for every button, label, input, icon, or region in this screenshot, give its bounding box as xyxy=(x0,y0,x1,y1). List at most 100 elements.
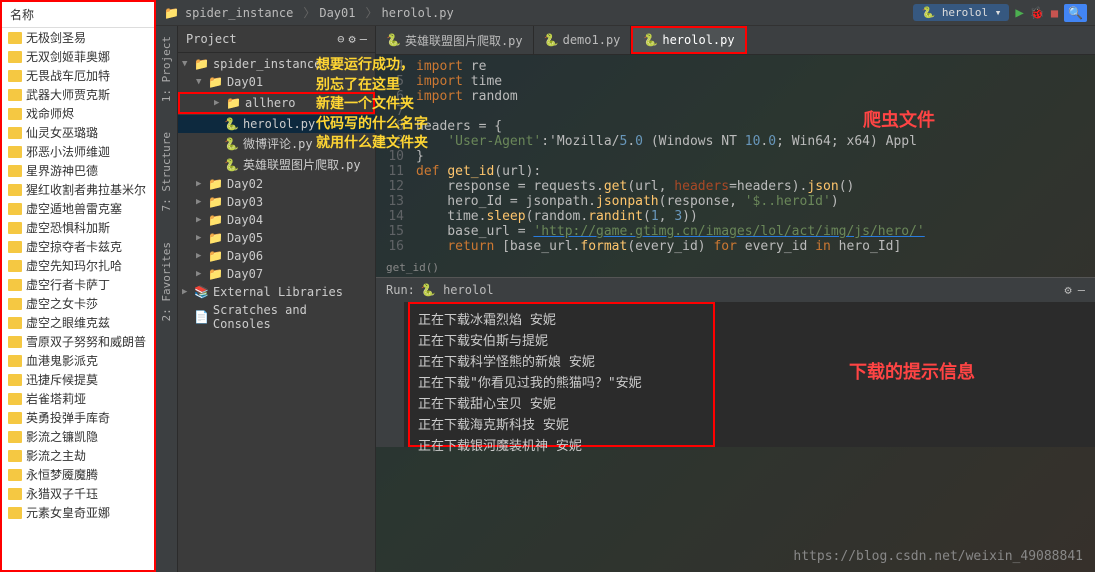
code-line[interactable] xyxy=(416,104,1095,119)
code-line[interactable]: hero_Id = jsonpath.jsonpath(response, '$… xyxy=(416,194,1095,209)
folder-icon xyxy=(8,260,22,272)
tree-item-folder[interactable]: ▶📁 Day02 xyxy=(178,175,375,193)
code-line[interactable]: response = requests.get(url, headers=hea… xyxy=(416,179,1095,194)
favorites-tool-tab[interactable]: 2: Favorites xyxy=(160,242,173,321)
project-title: Project xyxy=(186,32,237,46)
gear-icon[interactable]: ⚙ xyxy=(1065,283,1072,297)
explorer-folder-item[interactable]: 元素女皇奇亚娜 xyxy=(2,503,154,522)
tree-item-lib[interactable]: ▶📚 External Libraries xyxy=(178,283,375,301)
search-icon[interactable]: 🔍 xyxy=(1064,4,1087,22)
left-tool-tabs: 1: Project 7: Structure 2: Favorites xyxy=(156,26,178,572)
folder-icon xyxy=(8,450,22,462)
tree-item-py[interactable]: 🐍 herolol.py xyxy=(178,115,375,133)
folder-icon xyxy=(8,146,22,158)
breadcrumb-item[interactable]: herolol.py xyxy=(381,6,453,20)
explorer-folder-item[interactable]: 影流之主劫 xyxy=(2,446,154,465)
tree-item-folder[interactable]: ▶📁 Day06 xyxy=(178,247,375,265)
hide-icon[interactable]: — xyxy=(1078,283,1085,297)
editor-tab[interactable]: 🐍英雄联盟图片爬取.py xyxy=(376,26,534,54)
code-line[interactable]: import random xyxy=(416,89,1095,104)
explorer-folder-item[interactable]: 雪原双子努努和威朗普 xyxy=(2,332,154,351)
folder-icon xyxy=(8,165,22,177)
explorer-folder-item[interactable]: 迅捷斥候提莫 xyxy=(2,370,154,389)
explorer-folder-item[interactable]: 无极剑圣易 xyxy=(2,28,154,47)
project-tree[interactable]: ▼📁 spider_instance▼📁 Day01 ▶📁 allhero 🐍 he… xyxy=(178,53,375,572)
code-line[interactable]: time.sleep(random.randint(1, 3)) xyxy=(416,209,1095,224)
explorer-folder-item[interactable]: 虚空遁地兽雷克塞 xyxy=(2,199,154,218)
output-line: 正在下载安伯斯与提妮 xyxy=(418,329,705,350)
line-number: 5 xyxy=(376,74,416,89)
code-line[interactable]: import time xyxy=(416,74,1095,89)
explorer-folder-item[interactable]: 猩红收割者弗拉基米尔 xyxy=(2,180,154,199)
python-file-icon: 🐍 xyxy=(643,33,658,47)
tree-item-py[interactable]: 🐍 微博评论.py xyxy=(178,133,375,154)
structure-tool-tab[interactable]: 7: Structure xyxy=(160,132,173,211)
explorer-folder-item[interactable]: 血港鬼影派克 xyxy=(2,351,154,370)
hide-icon[interactable]: — xyxy=(360,32,367,46)
tree-arrow-icon: ▶ xyxy=(196,197,204,207)
run-gutter[interactable] xyxy=(376,302,404,447)
folder-icon xyxy=(8,108,22,120)
code-line[interactable]: base_url = 'http://game.gtimg.cn/images/… xyxy=(416,224,1095,239)
explorer-folder-item[interactable]: 英勇投弹手库奇 xyxy=(2,408,154,427)
editor-breadcrumb[interactable]: get_id() xyxy=(376,258,1095,277)
explorer-folder-item[interactable]: 无畏战车厄加特 xyxy=(2,66,154,85)
tree-item-folder[interactable]: ▶📁 Day04 xyxy=(178,211,375,229)
tree-item-folder[interactable]: ▼📁 spider_instance xyxy=(178,55,375,73)
code-line[interactable]: headers = { xyxy=(416,119,1095,134)
editor-tab[interactable]: 🐍herolol.py xyxy=(631,26,746,54)
tree-arrow-icon: ▶ xyxy=(196,215,204,225)
tree-item-scratch[interactable]: 📄 Scratches and Consoles xyxy=(178,301,375,333)
code-line[interactable]: import re xyxy=(416,59,1095,74)
line-number: 4 xyxy=(376,59,416,74)
explorer-folder-item[interactable]: 虚空掠夺者卡兹克 xyxy=(2,237,154,256)
explorer-folder-item[interactable]: 武器大师贾克斯 xyxy=(2,85,154,104)
run-button[interactable]: ▶ xyxy=(1015,5,1023,21)
explorer-folder-item[interactable]: 影流之镰凯隐 xyxy=(2,427,154,446)
explorer-folder-item[interactable]: 永猎双子千珏 xyxy=(2,484,154,503)
editor-tab[interactable]: 🐍demo1.py xyxy=(534,26,632,54)
tree-item-folder[interactable]: ▶📁 Day03 xyxy=(178,193,375,211)
explorer-folder-item[interactable]: 虚空恐惧科加斯 xyxy=(2,218,154,237)
run-config-selector[interactable]: 🐍 herolol ▾ xyxy=(913,4,1009,21)
code-line[interactable]: def get_id(url): xyxy=(416,164,1095,179)
explorer-list[interactable]: 无极剑圣易无双剑姬菲奥娜无畏战车厄加特武器大师贾克斯戏命师烬仙灵女巫璐璐邪恶小法… xyxy=(2,28,154,570)
folder-icon xyxy=(8,469,22,481)
explorer-folder-item[interactable]: 虚空行者卡萨丁 xyxy=(2,275,154,294)
explorer-folder-item[interactable]: 邪恶小法师维迦 xyxy=(2,142,154,161)
breadcrumb-item[interactable]: Day01 xyxy=(319,6,355,20)
collapse-icon[interactable]: ⊖ xyxy=(337,32,344,46)
folder-icon xyxy=(8,374,22,386)
stop-button[interactable]: ■ xyxy=(1051,6,1058,20)
gear-icon[interactable]: ⚙ xyxy=(349,32,356,46)
code-editor[interactable]: 4import re5import time6import random78he… xyxy=(376,55,1095,258)
run-output[interactable]: 正在下载冰霜烈焰 安妮正在下载安伯斯与提妮正在下载科学怪熊的新娘 安妮正在下载"… xyxy=(408,302,715,447)
folder-icon xyxy=(8,89,22,101)
tree-item-folder[interactable]: ▶📁 allhero xyxy=(180,94,373,112)
code-line[interactable]: return [base_url.format(every_id) for ev… xyxy=(416,239,1095,254)
tree-arrow-icon: ▶ xyxy=(196,233,204,243)
explorer-folder-item[interactable]: 虚空之眼维克兹 xyxy=(2,313,154,332)
explorer-folder-item[interactable]: 仙灵女巫璐璐 xyxy=(2,123,154,142)
explorer-folder-item[interactable]: 虚空先知玛尔扎哈 xyxy=(2,256,154,275)
line-number: 14 xyxy=(376,209,416,224)
tree-item-folder[interactable]: ▼📁 Day01 xyxy=(178,73,375,91)
code-line[interactable]: } xyxy=(416,149,1095,164)
folder-icon xyxy=(8,507,22,519)
code-line[interactable]: 'User-Agent':'Mozilla/5.0 (Windows NT 10… xyxy=(416,134,1095,149)
tree-item-folder[interactable]: ▶📁 Day07 xyxy=(178,265,375,283)
explorer-folder-item[interactable]: 永恒梦魇魔腾 xyxy=(2,465,154,484)
project-panel-header[interactable]: Project ⊖ ⚙ — xyxy=(178,26,375,53)
explorer-folder-item[interactable]: 岩雀塔莉垭 xyxy=(2,389,154,408)
project-panel: Project ⊖ ⚙ — ▼📁 spider_instance▼📁 Day01… xyxy=(178,26,376,572)
project-tool-tab[interactable]: 1: Project xyxy=(160,36,173,102)
debug-button[interactable]: 🐞 xyxy=(1030,6,1045,20)
tree-item-folder[interactable]: ▶📁 Day05 xyxy=(178,229,375,247)
breadcrumb-item[interactable]: spider_instance xyxy=(185,6,293,20)
explorer-folder-item[interactable]: 星界游神巴德 xyxy=(2,161,154,180)
tree-item-py[interactable]: 🐍 英雄联盟图片爬取.py xyxy=(178,154,375,175)
explorer-folder-item[interactable]: 虚空之女卡莎 xyxy=(2,294,154,313)
explorer-folder-item[interactable]: 无双剑姬菲奥娜 xyxy=(2,47,154,66)
explorer-folder-item[interactable]: 戏命师烬 xyxy=(2,104,154,123)
tree-arrow-icon: ▶ xyxy=(196,269,204,279)
